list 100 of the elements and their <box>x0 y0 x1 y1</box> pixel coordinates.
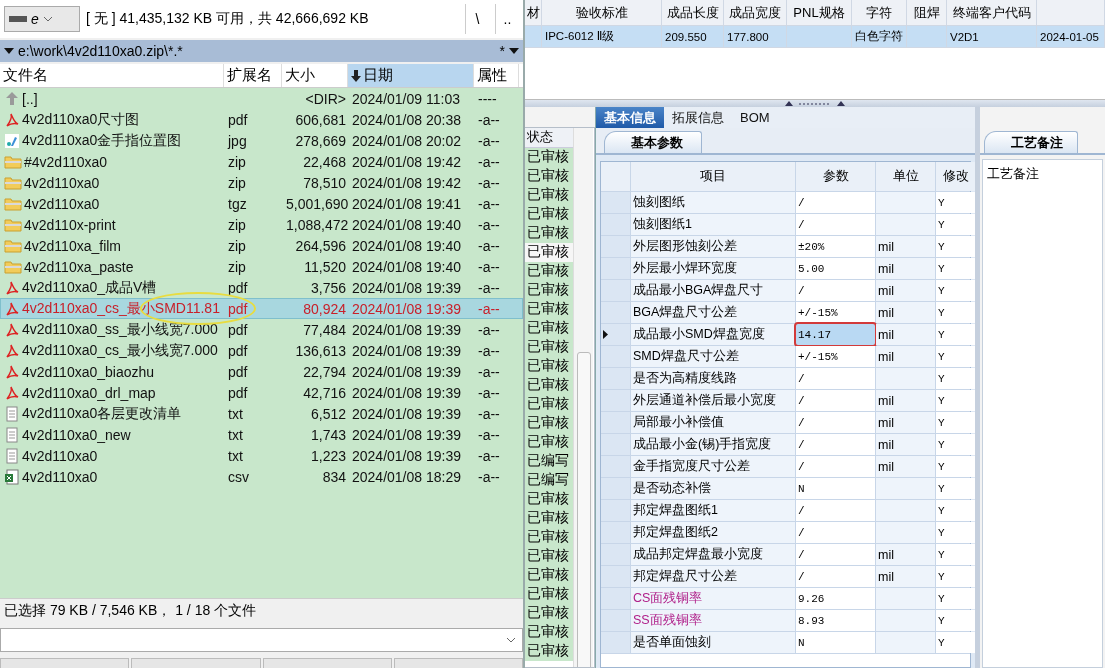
status-cell[interactable]: 已审核 <box>525 319 573 338</box>
column-header[interactable]: PNL规格 <box>787 0 852 25</box>
column-header[interactable]: 单位 <box>876 162 936 191</box>
file-row[interactable]: 4v2d110xa0各层更改清单 txt 6,512 2024/01/08 19:39 -a-- <box>0 403 523 424</box>
file-row[interactable]: 4v2d110xa0 csv 834 2024/01/08 18:29 -a-- <box>0 466 523 487</box>
tab[interactable]: BOM <box>732 107 778 128</box>
file-row[interactable]: 4v2d110x-print zip 1,088,472 2024/01/08 19:40 -a-- <box>0 214 523 235</box>
status-cell[interactable]: 已审核 <box>525 585 573 604</box>
file-extension: txt <box>228 426 243 443</box>
status-cell[interactable]: 已审核 <box>525 528 573 547</box>
command-line-field[interactable] <box>0 628 523 652</box>
status-cell[interactable]: 已审核 <box>525 338 573 357</box>
file-row[interactable]: #4v2d110xa0 zip 22,468 2024/01/08 19:42 -a-- <box>0 151 523 172</box>
status-cell[interactable]: 已审核 <box>525 167 573 186</box>
column-header[interactable]: 阻焊 <box>907 0 947 25</box>
file-row[interactable]: 4v2d110xa_film zip 264,596 2024/01/08 19:40 -a-- <box>0 235 523 256</box>
status-cell[interactable]: 已审核 <box>525 300 573 319</box>
status-cell[interactable]: 已审核 <box>525 509 573 528</box>
column-header[interactable]: 属性 <box>474 64 519 87</box>
file-extension: zip <box>228 174 246 191</box>
status-cell[interactable]: 已审核 <box>525 262 573 281</box>
column-header[interactable]: 扩展名 <box>224 64 282 87</box>
filter-text[interactable]: * <box>499 43 505 59</box>
record-row[interactable]: IPC-6012 Ⅱ级 209.550 177.800 白色字符 V2D1 2024-01-05 <box>525 26 1105 48</box>
file-attributes: ---- <box>478 90 497 107</box>
column-header[interactable]: 状态 <box>525 128 573 148</box>
column-header[interactable]: 参数 <box>796 162 876 191</box>
table-cell: N <box>796 632 876 653</box>
column-header[interactable]: 成品宽度 <box>724 0 787 25</box>
status-cell[interactable]: 已审核 <box>525 148 573 167</box>
status-cell[interactable]: 已审核 <box>525 376 573 395</box>
column-header[interactable]: 日期 <box>348 64 474 87</box>
table-cell: Y <box>936 632 975 653</box>
file-row[interactable]: 4v2d110xa0金手指位置图 jpg 278,669 2024/01/08 20:02 -a-- <box>0 130 523 151</box>
column-header[interactable]: 终端客户代码 <box>947 0 1037 25</box>
file-row[interactable]: 4v2d110xa0 zip 78,510 2024/01/08 19:42 -a-- <box>0 172 523 193</box>
file-name: 4v2d110xa_film <box>24 237 122 254</box>
status-cell[interactable]: 已审核 <box>525 642 573 661</box>
status-cell[interactable]: 已审核 <box>525 281 573 300</box>
file-row[interactable]: 4v2d110xa0_cs_最小线宽7.000 pdf 136,613 2024/01/08 19:39 -a-- <box>0 340 523 361</box>
column-header[interactable]: 成品长度 <box>662 0 724 25</box>
file-row[interactable]: [..] <DIR> 2024/01/09 11:03 ---- <box>0 88 523 109</box>
file-row[interactable]: 4v2d110xa_paste zip 11,520 2024/01/08 19:40 -a-- <box>0 256 523 277</box>
image-file-icon <box>4 132 20 149</box>
table-cell: 是否为高精度线路 <box>631 368 796 389</box>
column-header[interactable]: 修改 <box>936 162 975 191</box>
column-header[interactable]: 项目 <box>631 162 796 191</box>
file-row[interactable]: 4v2d110xa0尺寸图 pdf 606,681 2024/01/08 20:38 -a-- <box>0 109 523 130</box>
file-date: 2024/01/08 18:29 <box>352 468 461 485</box>
file-row[interactable]: 4v2d110xa0_cs_最小SMD11.81 pdf 80,924 2024/01/08 19:39 -a-- <box>0 298 523 319</box>
column-header[interactable]: 验收标准 <box>542 0 662 25</box>
column-header[interactable]: 大小 <box>282 64 348 87</box>
status-cell[interactable]: 已审核 <box>525 357 573 376</box>
status-cell[interactable]: 已审核 <box>525 490 573 509</box>
file-row[interactable]: 4v2d110xa0 txt 1,223 2024/01/08 19:39 -a-- <box>0 445 523 466</box>
file-date: 2024/01/08 19:39 <box>352 342 461 359</box>
status-cell[interactable]: 已编写 <box>525 452 573 471</box>
status-cell[interactable]: 已审核 <box>525 243 573 262</box>
tab[interactable]: 基本信息 <box>596 107 664 128</box>
file-row[interactable]: 4v2d110xa0_drl_map pdf 42,716 2024/01/08 19:39 -a-- <box>0 382 523 403</box>
file-row[interactable]: 4v2d110xa0_ss_最小线宽7.000 pdf 77,484 2024/01/08 19:39 -a-- <box>0 319 523 340</box>
file-attributes: -a-- <box>478 447 500 464</box>
column-header[interactable]: 材 <box>525 0 542 25</box>
table-cell: 成品最小BGA焊盘尺寸 <box>631 280 796 301</box>
column-header[interactable]: 字符 <box>852 0 907 25</box>
status-cell[interactable]: 已审核 <box>525 547 573 566</box>
status-cell[interactable]: 已审核 <box>525 395 573 414</box>
table-cell: / <box>796 192 876 213</box>
subtab[interactable]: 基本参数 <box>604 131 702 153</box>
file-row[interactable]: 4v2d110xa0 tgz 5,001,690 2024/01/08 19:41 -a-- <box>0 193 523 214</box>
file-row[interactable]: 4v2d110xa0_成品V槽 pdf 3,756 2024/01/08 19:39 -a-- <box>0 277 523 298</box>
status-cell[interactable]: 已审核 <box>525 604 573 623</box>
status-cell[interactable]: 已审核 <box>525 414 573 433</box>
tab[interactable]: 拓展信息 <box>664 107 732 128</box>
file-name: #4v2d110xa0 <box>24 153 108 170</box>
drive-dropdown[interactable]: e <box>4 6 80 32</box>
status-cell[interactable]: 已审核 <box>525 186 573 205</box>
status-cell[interactable]: 已审核 <box>525 623 573 642</box>
table-cell: 外层最小焊环宽度 <box>631 258 796 279</box>
status-cell[interactable]: 已编写 <box>525 471 573 490</box>
status-cell[interactable]: 已审核 <box>525 224 573 243</box>
table-cell: / <box>796 522 876 543</box>
file-row[interactable]: 4v2d110xa0_new txt 1,743 2024/01/08 19:39 -a-- <box>0 424 523 445</box>
file-date: 2024/01/08 19:39 <box>352 426 461 443</box>
file-row[interactable]: 4v2d110xa0_biaozhu pdf 22,794 2024/01/08 19:39 -a-- <box>0 361 523 382</box>
selection-status: 已选择 79 KB / 7,546 KB， 1 / 18 个文件 <box>4 601 257 620</box>
row-header[interactable] <box>601 324 631 345</box>
table-cell: BGA焊盘尺寸公差 <box>631 302 796 323</box>
status-cell[interactable]: 已审核 <box>525 433 573 452</box>
file-attributes: -a-- <box>478 258 500 275</box>
file-size: <DIR> <box>305 90 346 107</box>
splitter-handle-icon[interactable] <box>785 101 845 106</box>
file-date: 2024/01/08 19:42 <box>352 153 461 170</box>
status-cell[interactable]: 已审核 <box>525 205 573 224</box>
table-cell: Y <box>936 610 975 631</box>
table-cell: Y <box>936 500 975 521</box>
column-header[interactable]: 文件名 <box>0 64 224 87</box>
status-cell[interactable]: 已审核 <box>525 566 573 585</box>
notes-tab[interactable]: 工艺备注 <box>984 131 1078 153</box>
scrollbar-thumb[interactable] <box>576 352 591 667</box>
